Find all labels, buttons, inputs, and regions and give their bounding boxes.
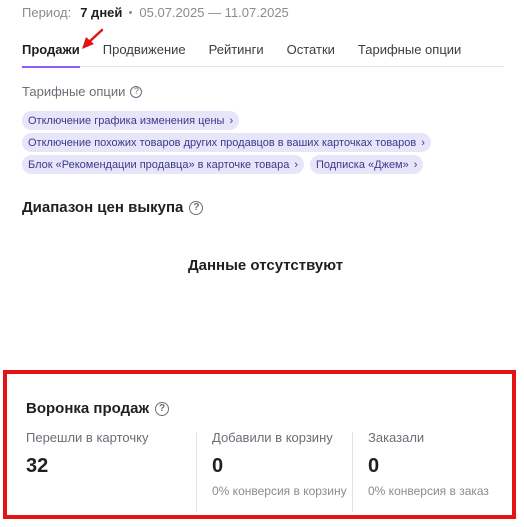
funnel-col-added-to-cart: Добавили в корзину 0 0% конверсия в корз… bbox=[212, 430, 347, 499]
chevron-right-icon: › bbox=[294, 158, 298, 171]
tariff-options-title: Тарифные опции bbox=[22, 84, 126, 99]
funnel-label: Заказали bbox=[368, 430, 425, 445]
period-selector[interactable]: Период: 7 дней 05.07.2025 — 11.07.2025 bbox=[22, 5, 289, 20]
help-icon[interactable]: ? bbox=[155, 401, 170, 416]
funnel-label: Добавили в корзину bbox=[212, 430, 333, 445]
column-divider bbox=[352, 432, 353, 512]
tab-tariff-options[interactable]: Тарифные опции bbox=[358, 41, 461, 67]
tab-stock[interactable]: Остатки bbox=[287, 41, 335, 67]
help-icon[interactable]: ? bbox=[130, 85, 143, 98]
column-divider bbox=[196, 432, 197, 512]
sales-funnel-heading: Воронка продаж ? bbox=[26, 400, 170, 417]
funnel-value: 0 bbox=[212, 455, 224, 477]
tab-promotion[interactable]: Продвижение bbox=[103, 41, 186, 67]
funnel-conversion: 0% конверсия в заказ bbox=[368, 484, 489, 498]
funnel-value: 0 bbox=[368, 455, 380, 477]
tariff-chips: Отключение графика изменения цены › Откл… bbox=[22, 111, 502, 177]
tab-ratings[interactable]: Рейтинги bbox=[209, 41, 264, 67]
funnel-value: 32 bbox=[26, 455, 49, 477]
red-arrow-annotation bbox=[82, 28, 104, 49]
chip-similar-products-off[interactable]: Отключение похожих товаров других продав… bbox=[22, 133, 431, 152]
funnel-conversion: 0% конверсия в корзину bbox=[212, 484, 347, 498]
period-label: Период: bbox=[22, 5, 72, 20]
funnel-col-ordered: Заказали 0 0% конверсия в заказ bbox=[368, 430, 508, 499]
tab-sales[interactable]: Продажи bbox=[22, 41, 80, 68]
chip-price-chart-off[interactable]: Отключение графика изменения цены › bbox=[22, 111, 240, 130]
chip-seller-recommendations[interactable]: Блок «Рекомендации продавца» в карточке … bbox=[22, 155, 304, 174]
sales-funnel-title: Воронка продаж bbox=[26, 400, 150, 417]
period-dates: 05.07.2025 — 11.07.2025 bbox=[139, 5, 289, 20]
separator-dot bbox=[129, 11, 133, 14]
help-icon[interactable]: ? bbox=[189, 200, 204, 215]
price-range-title: Диапазон цен выкупа bbox=[22, 199, 184, 216]
chip-jam-subscription[interactable]: Подписка «Джем» › bbox=[309, 155, 424, 174]
funnel-col-card-visits: Перешли в карточку 32 bbox=[26, 430, 191, 478]
chevron-right-icon: › bbox=[413, 158, 418, 171]
sales-analytics-page: Период: 7 дней 05.07.2025 — 11.07.2025 П… bbox=[0, 0, 524, 527]
chevron-right-icon: › bbox=[421, 136, 425, 149]
tariff-options-heading: Тарифные опции ? bbox=[22, 84, 143, 99]
chevron-right-icon: › bbox=[229, 114, 234, 127]
funnel-label: Перешли в карточку bbox=[26, 430, 149, 445]
no-data-message: Данные отсутствуют bbox=[187, 257, 344, 274]
sales-funnel-panel: Воронка продаж ? Перешли в карточку 32 Д… bbox=[3, 370, 516, 519]
period-value[interactable]: 7 дней bbox=[80, 5, 122, 20]
price-range-heading: Диапазон цен выкупа ? bbox=[22, 199, 204, 216]
